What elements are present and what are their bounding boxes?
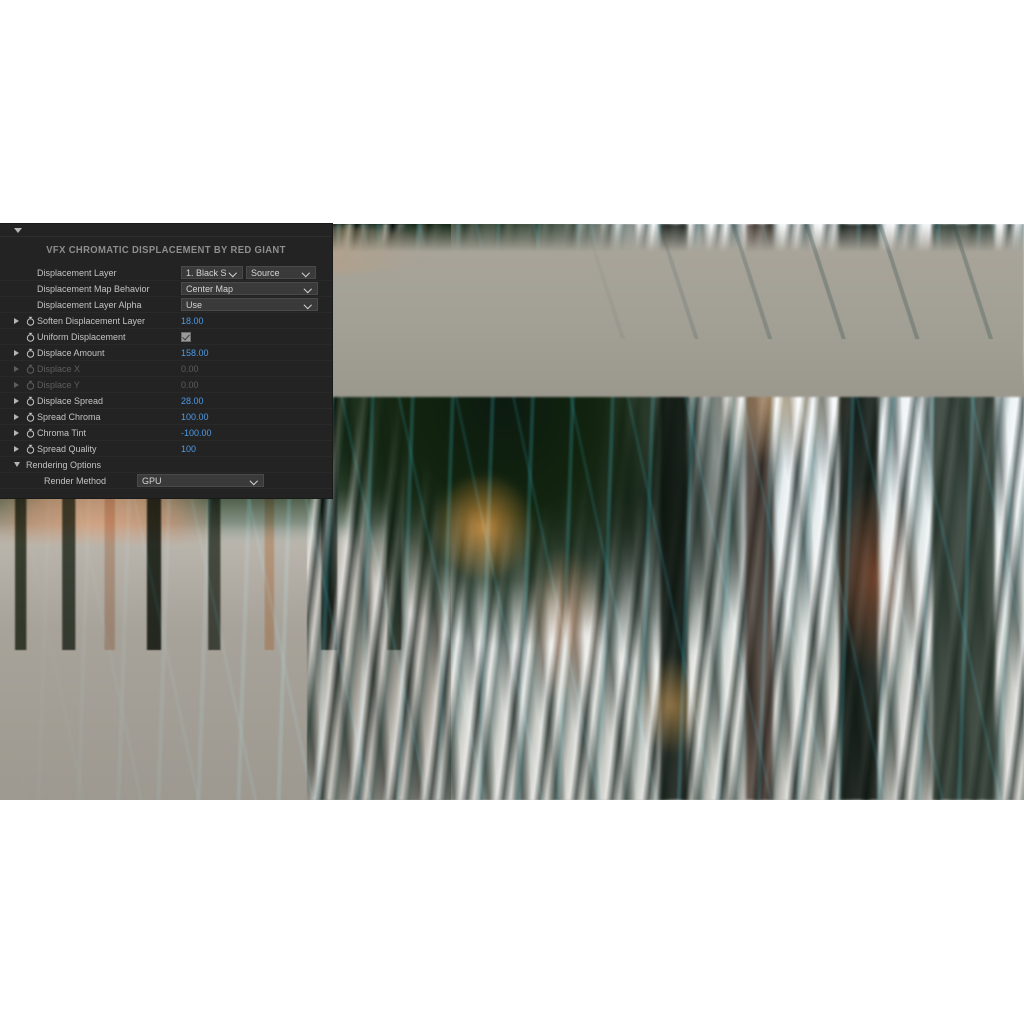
label-spread-chroma: Spread Chroma <box>37 411 101 422</box>
label-spread-quality: Spread Quality <box>37 443 97 454</box>
label-displace-x: Displace X <box>37 363 81 374</box>
dropdown-displacement-source[interactable]: Source <box>246 266 316 279</box>
value-text[interactable]: -100.00 <box>181 428 212 438</box>
value-displace-y: 0.00 <box>181 380 199 390</box>
value-soften-displacement-layer[interactable]: 18.00 <box>181 316 204 326</box>
disclosure-triangle-spread-chroma[interactable] <box>14 413 24 420</box>
panel-topbar <box>0 224 332 237</box>
row-displacement-layer-alpha[interactable]: Displacement Layer Alpha Use <box>0 297 332 313</box>
disclosure-triangle-displace-x <box>14 365 24 372</box>
value-text[interactable]: 28.00 <box>181 396 204 406</box>
value-chroma-tint[interactable]: -100.00 <box>181 428 212 438</box>
disclosure-triangle-rendering-options[interactable] <box>14 462 24 467</box>
panel-title: VFX CHROMATIC DISPLACEMENT BY RED GIANT <box>46 244 286 256</box>
label-soften-displacement-layer: Soften Displacement Layer <box>37 315 146 326</box>
row-displace-y: Displace Y 0.00 <box>0 377 332 393</box>
disclosure-triangle-chroma-tint[interactable] <box>14 429 24 436</box>
stopwatch-icon[interactable] <box>24 348 37 358</box>
effect-controls-panel: VFX CHROMATIC DISPLACEMENT BY RED GIANT … <box>0 224 332 498</box>
chevron-down-icon <box>304 300 313 309</box>
label-displace-spread: Displace Spread <box>37 395 104 406</box>
disclosure-triangle-spread-quality[interactable] <box>14 445 24 452</box>
row-spread-quality[interactable]: Spread Quality 100 <box>0 441 332 457</box>
row-displacement-layer[interactable]: Displacement Layer 1. Black S Source <box>0 265 332 281</box>
chevron-down-icon <box>302 268 311 277</box>
value-displace-amount[interactable]: 158.00 <box>181 348 209 358</box>
label-chroma-tint: Chroma Tint <box>37 427 87 438</box>
label-render-method: Render Method <box>44 475 107 486</box>
row-spread-chroma[interactable]: Spread Chroma 100.00 <box>0 409 332 425</box>
value-displacement-map-behavior: Center Map <box>181 282 318 295</box>
stopwatch-icon[interactable] <box>24 316 37 326</box>
label-displacement-map-behavior: Displacement Map Behavior <box>37 283 150 294</box>
chevron-down-icon <box>304 284 313 293</box>
chevron-down-icon <box>229 268 238 277</box>
row-soften-displacement-layer[interactable]: Soften Displacement Layer 18.00 <box>0 313 332 329</box>
stopwatch-icon[interactable] <box>24 396 37 406</box>
stopwatch-icon <box>24 364 37 374</box>
disclosure-triangle-displace-spread[interactable] <box>14 397 24 404</box>
stopwatch-icon[interactable] <box>24 412 37 422</box>
label-displacement-layer: Displacement Layer <box>37 267 117 278</box>
stopwatch-icon <box>24 380 37 390</box>
label-rendering-options: Rendering Options <box>26 459 102 470</box>
app-stage: VFX CHROMATIC DISPLACEMENT BY RED GIANT … <box>0 0 1024 1024</box>
dropdown-displacement-source-label: Source <box>251 267 280 278</box>
label-uniform-displacement: Uniform Displacement <box>37 331 126 342</box>
stopwatch-icon[interactable] <box>24 332 37 342</box>
dropdown-render-method[interactable]: GPU <box>137 474 264 487</box>
label-displace-y: Displace Y <box>37 379 80 390</box>
value-text[interactable]: 100 <box>181 444 196 454</box>
row-uniform-displacement[interactable]: Uniform Displacement <box>0 329 332 345</box>
dropdown-render-method-label: GPU <box>142 475 162 486</box>
dropdown-displacement-layer-alpha-label: Use <box>186 299 203 310</box>
value-text[interactable]: 158.00 <box>181 348 209 358</box>
triangle-down-icon[interactable] <box>14 228 22 233</box>
dropdown-displacement-layer[interactable]: 1. Black S <box>181 266 243 279</box>
value-spread-quality[interactable]: 100 <box>181 444 196 454</box>
row-displace-spread[interactable]: Displace Spread 28.00 <box>0 393 332 409</box>
row-chroma-tint[interactable]: Chroma Tint -100.00 <box>0 425 332 441</box>
dropdown-displacement-map-behavior[interactable]: Center Map <box>181 282 318 295</box>
label-displacement-layer-alpha: Displacement Layer Alpha <box>37 299 142 310</box>
value-text[interactable]: 100.00 <box>181 412 209 422</box>
chevron-down-icon <box>250 476 259 485</box>
row-rendering-options[interactable]: Rendering Options <box>0 457 332 473</box>
dropdown-displacement-layer-alpha[interactable]: Use <box>181 298 318 311</box>
row-displace-x: Displace X 0.00 <box>0 361 332 377</box>
disclosure-triangle-soften[interactable] <box>14 317 24 324</box>
dropdown-displacement-map-behavior-label: Center Map <box>186 283 234 294</box>
row-displace-amount[interactable]: Displace Amount 158.00 <box>0 345 332 361</box>
value-uniform-displacement <box>181 331 191 342</box>
row-displacement-map-behavior[interactable]: Displacement Map Behavior Center Map <box>0 281 332 297</box>
checkbox-uniform-displacement[interactable] <box>181 331 191 342</box>
value-spread-chroma[interactable]: 100.00 <box>181 412 209 422</box>
value-render-method: GPU <box>137 474 264 487</box>
value-text[interactable]: 18.00 <box>181 316 204 326</box>
value-text: 0.00 <box>181 379 199 390</box>
value-displacement-layer-alpha: Use <box>181 298 318 311</box>
stopwatch-icon[interactable] <box>24 444 37 454</box>
stopwatch-icon[interactable] <box>24 428 37 438</box>
row-render-method[interactable]: Render Method GPU <box>0 473 332 489</box>
value-displace-spread[interactable]: 28.00 <box>181 396 204 406</box>
disclosure-triangle-displace-amount[interactable] <box>14 349 24 356</box>
parameter-rows: Displacement Layer 1. Black S Source Dis <box>0 265 332 489</box>
disclosure-triangle-displace-y <box>14 381 24 388</box>
value-text: 0.00 <box>181 363 199 374</box>
value-displacement-layer: 1. Black S Source <box>181 266 316 279</box>
label-displace-amount: Displace Amount <box>37 347 105 358</box>
dropdown-displacement-layer-label: 1. Black S <box>186 267 226 278</box>
value-displace-x: 0.00 <box>181 364 199 374</box>
